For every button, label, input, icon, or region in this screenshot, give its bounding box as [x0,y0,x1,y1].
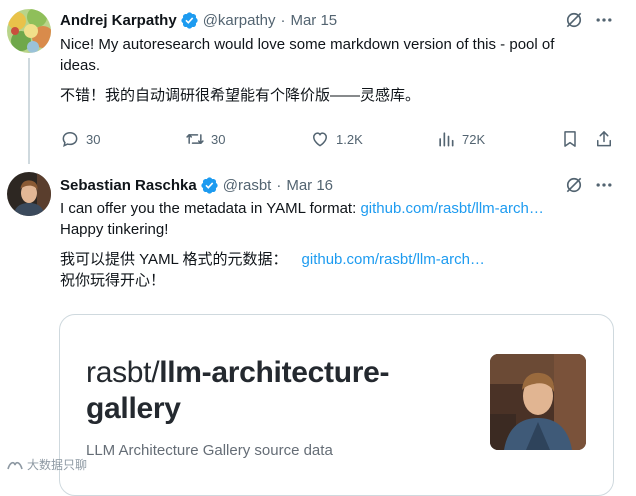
tweet-date[interactable]: Mar 15 [290,12,337,29]
like-icon [312,132,328,147]
github-link-translation[interactable]: github.com/rasbt/llm-arch… [302,251,485,268]
repost-count: 30 [211,131,226,147]
reply-button[interactable]: 30 [60,129,100,149]
repost-icon [186,134,204,144]
like-button[interactable]: 1.2K [310,129,363,149]
link-preview-card[interactable]: rasbt/llm-architecture- gallery LLM Arch… [59,314,614,496]
author-handle[interactable]: @karpathy [203,12,276,29]
github-link[interactable]: github.com/rasbt/llm-arch… [360,200,543,217]
tweet-text-line: Nice! My autoresearch would love some ma… [60,36,555,53]
card-owner-avatar [490,354,586,450]
avatar-karpathy[interactable] [7,9,51,53]
views-button[interactable]: 72K [436,129,485,149]
card-title-repo: llm-architecture- [159,356,390,389]
author-name[interactable]: Sebastian Raschka [60,177,197,194]
tweet-translation: 我可以提供 YAML 格式的元数据： [60,251,288,268]
views-count: 72K [462,131,486,147]
tweet-text-line: ideas. [60,57,101,74]
watermark-logo-icon [7,461,23,469]
share-icon[interactable] [594,129,614,149]
verified-badge-icon [200,176,219,195]
grok-icon[interactable] [564,175,584,195]
more-icon[interactable] [594,10,614,30]
verified-badge-icon [180,11,199,30]
reply-count: 30 [86,131,101,147]
separator-dot: · [276,176,282,194]
author-name[interactable]: Andrej Karpathy [60,12,177,29]
tweet-text-line: Happy tinkering! [60,221,169,238]
thread-connector [28,58,30,164]
tweet-translation: 不错！我的自动调研很希望能有个降价版——灵感库。 [60,87,421,104]
watermark-text: 大数据只聊 [27,458,88,472]
avatar-rasbt[interactable] [7,172,51,216]
card-title-repo-cont: gallery [86,392,181,425]
tweet-date[interactable]: Mar 16 [286,177,333,194]
repost-button[interactable]: 30 [185,129,225,149]
card-title-owner: rasbt/ [86,356,160,389]
grok-icon[interactable] [564,10,584,30]
tweet-translation-line: 祝你玩得开心！ [60,272,166,289]
watermark: 大数据只聊 [6,456,87,473]
bookmark-icon[interactable] [560,129,580,149]
card-title[interactable]: rasbt/llm-architecture- gallery [86,355,506,427]
separator-dot: · [280,11,286,29]
reply-icon [62,131,78,148]
more-icon[interactable] [594,175,614,195]
card-description: LLM Architecture Gallery source data [86,442,333,459]
views-icon [439,132,454,147]
author-handle[interactable]: @rasbt [223,177,272,194]
like-count: 1.2K [336,131,363,147]
tweet-text: I can offer you the metadata in YAML for… [60,200,361,217]
